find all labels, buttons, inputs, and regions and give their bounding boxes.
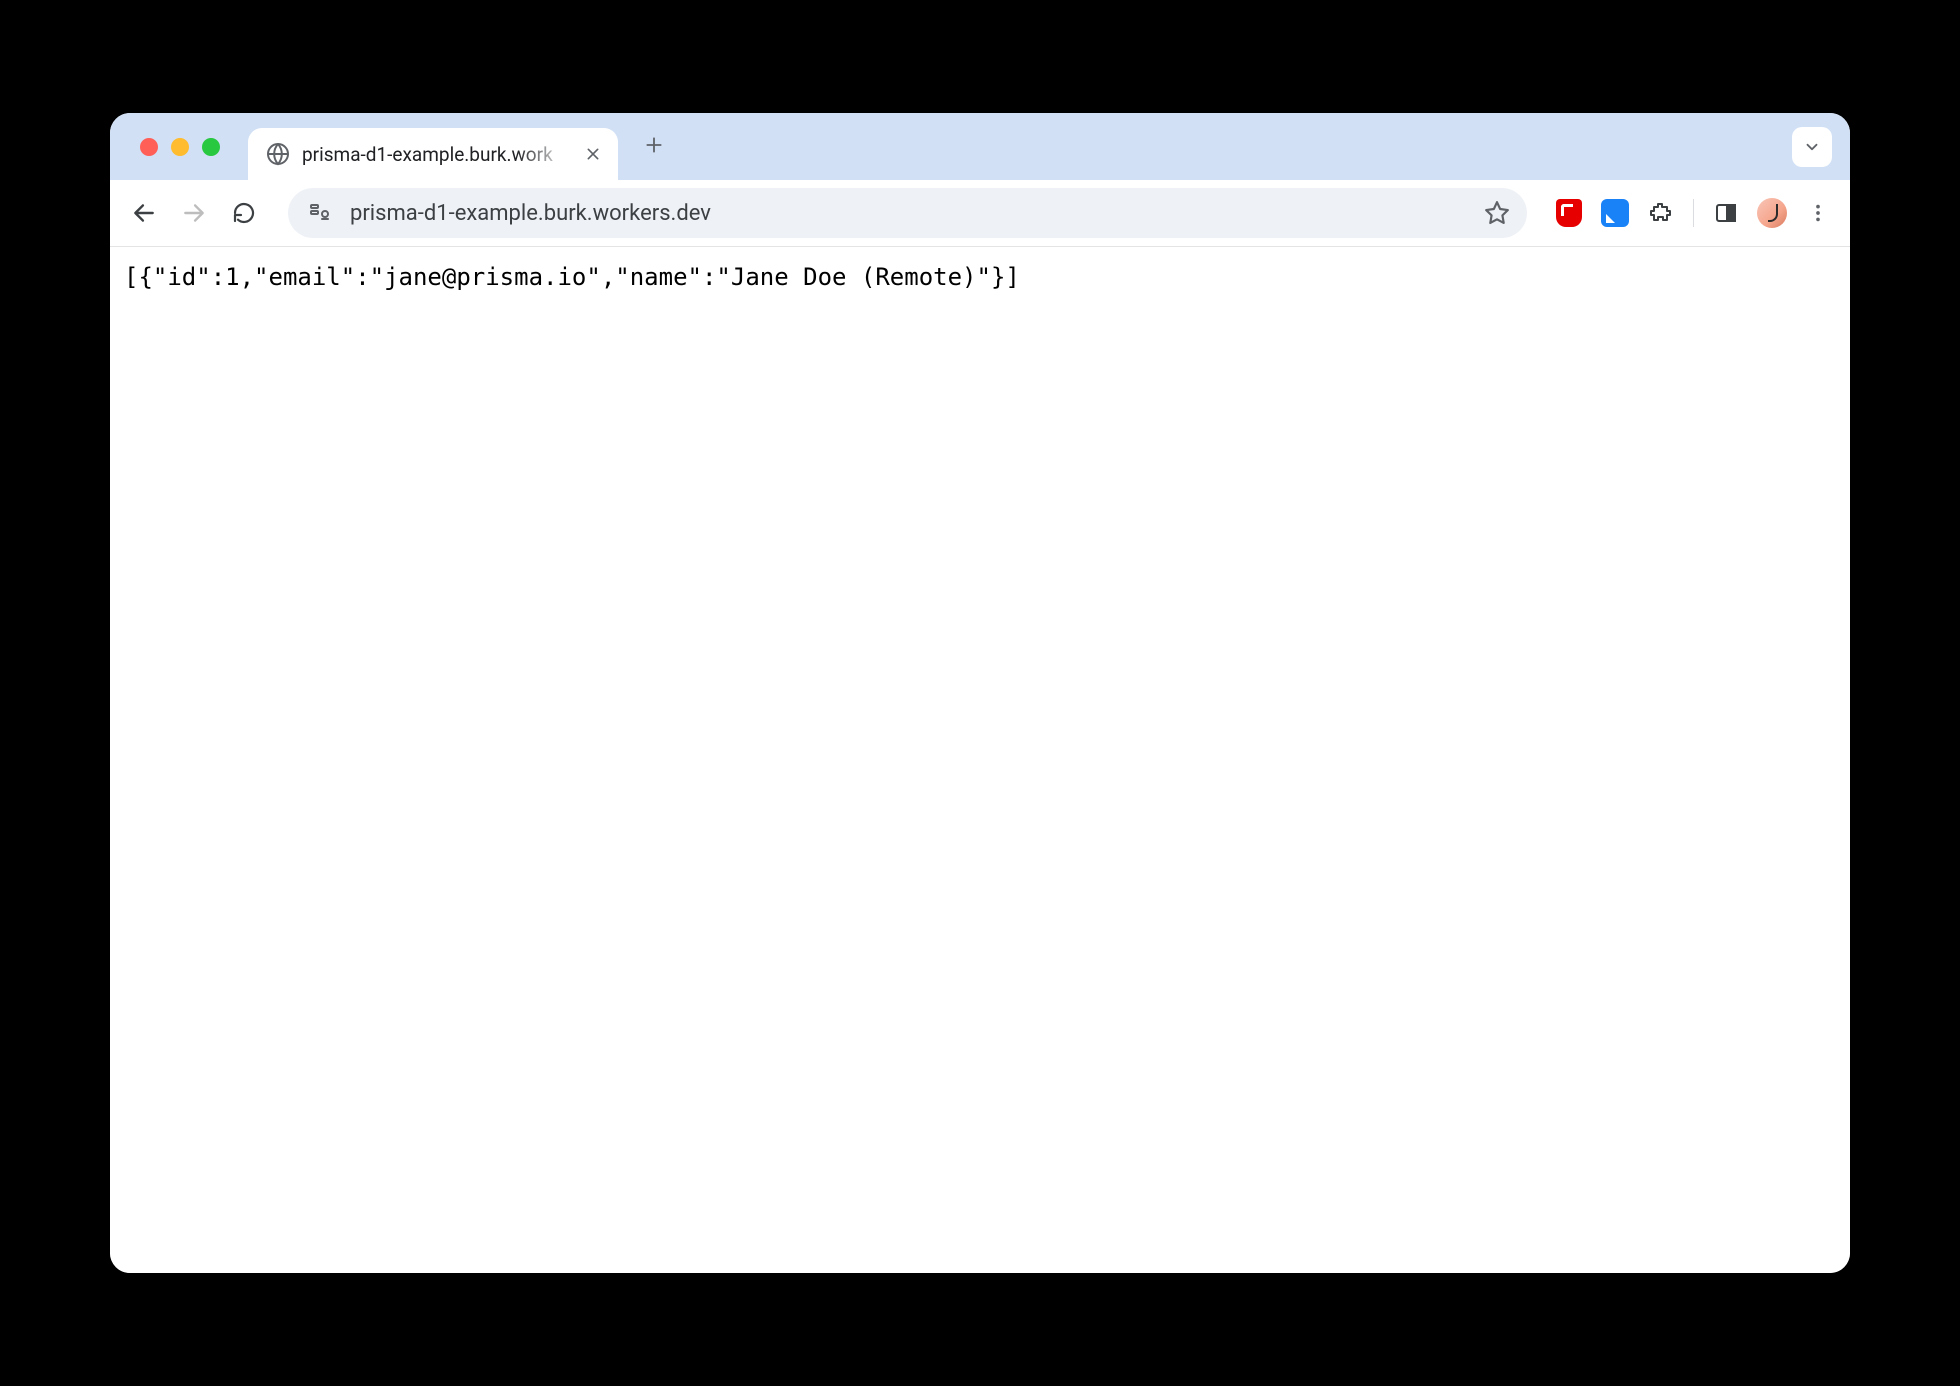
toolbar-actions (1543, 193, 1838, 233)
browser-tab[interactable]: prisma-d1-example.burk.work (248, 128, 618, 180)
toolbar: prisma-d1-example.burk.workers.dev (110, 180, 1850, 247)
globe-icon (266, 142, 290, 166)
browser-window: prisma-d1-example.burk.work (110, 113, 1850, 1273)
tab-strip: prisma-d1-example.burk.work (110, 113, 1850, 180)
new-tab-button[interactable] (634, 125, 674, 165)
maximize-window-button[interactable] (202, 138, 220, 156)
chrome-menu-button[interactable] (1798, 193, 1838, 233)
side-panel-button[interactable] (1706, 193, 1746, 233)
tab-title: prisma-d1-example.burk.work (302, 143, 570, 166)
extensions-menu-button[interactable] (1641, 193, 1681, 233)
url-text: prisma-d1-example.burk.workers.dev (350, 201, 1459, 226)
address-bar[interactable]: prisma-d1-example.burk.workers.dev (288, 188, 1527, 238)
json-response-text: [{"id":1,"email":"jane@prisma.io","name"… (124, 263, 1836, 291)
tab-search-button[interactable] (1792, 127, 1832, 167)
profile-avatar[interactable] (1752, 193, 1792, 233)
forward-button[interactable] (172, 191, 216, 235)
close-tab-button[interactable] (582, 143, 604, 165)
bookmark-button[interactable] (1477, 193, 1517, 233)
reload-button[interactable] (222, 191, 266, 235)
site-info-icon[interactable] (308, 201, 332, 225)
extension-blue-icon[interactable] (1595, 193, 1635, 233)
toolbar-divider (1693, 199, 1694, 227)
page-content: [{"id":1,"email":"jane@prisma.io","name"… (110, 247, 1850, 1273)
close-window-button[interactable] (140, 138, 158, 156)
back-button[interactable] (122, 191, 166, 235)
extension-ublock-icon[interactable] (1549, 193, 1589, 233)
window-controls (130, 113, 234, 180)
minimize-window-button[interactable] (171, 138, 189, 156)
